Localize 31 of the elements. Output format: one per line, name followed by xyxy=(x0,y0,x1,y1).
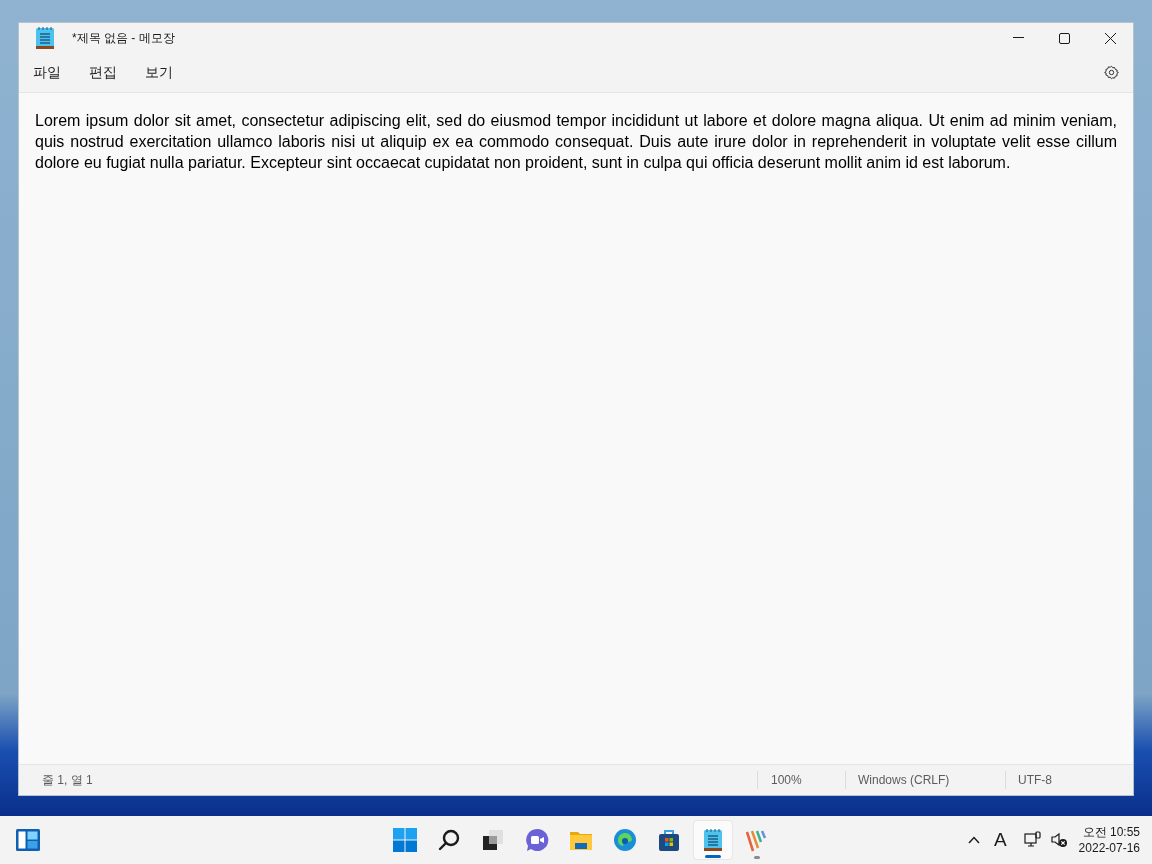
menu-item[interactable]: 보기 xyxy=(136,58,182,87)
muted-speaker-icon[interactable] xyxy=(1048,830,1069,850)
minimize-icon xyxy=(1012,37,1024,39)
notepad-icon xyxy=(702,828,724,852)
widgets-button[interactable] xyxy=(16,828,40,852)
taskbar-app[interactable] xyxy=(693,820,733,860)
menu-item[interactable]: 편집 xyxy=(80,58,126,87)
shopping-bag-icon xyxy=(657,828,681,852)
settings-button[interactable] xyxy=(1103,64,1119,81)
notepad-icon xyxy=(34,26,56,50)
windows-logo-icon xyxy=(393,828,417,852)
diagonal-stripes-logo-icon xyxy=(745,828,769,852)
search-icon xyxy=(437,828,461,852)
close-icon xyxy=(1104,32,1116,44)
swirl-logo-icon xyxy=(613,828,637,852)
window-title: *제목 없음 - 메모장 xyxy=(72,30,175,47)
clock-date[interactable]: 2022-07-16 xyxy=(1078,840,1140,856)
settings-icon xyxy=(1103,65,1119,80)
widgets-icon xyxy=(16,828,40,852)
input-method-indicator[interactable]: A xyxy=(987,825,1013,855)
line-ending: Windows (CRLF) xyxy=(845,771,1005,789)
zoom-level: 100% xyxy=(757,771,845,789)
overlapping-squares-icon xyxy=(481,828,505,852)
network-icon[interactable] xyxy=(1022,830,1043,850)
cursor-position: 줄 1, 열 1 xyxy=(41,772,94,789)
maximize-icon xyxy=(1058,32,1070,44)
document-text[interactable]: Lorem ipsum dolor sit amet, consectetur adipiscing elit, sed do eiusmod tempor incididunt ut labore et dolore magna aliqua. Ut enim ad minim veniam, quis nostrud exercitation ullamco laboris nisi ut aliquip ex ea commodo consequat. Duis aute irure dolor in reprehenderit in voluptate velit esse cillum dolore eu fugiat nulla pariatur. Excepteur sint occaecat cupidatat non proident, sunt in culpa qui officia deserunt mollit anim id est laborum. xyxy=(35,110,1117,173)
video-chat-icon xyxy=(525,828,549,852)
menu-item[interactable]: 파일 xyxy=(24,58,70,87)
encoding: UTF-8 xyxy=(1005,771,1052,789)
clock-time[interactable]: 오전 10:55 xyxy=(1082,824,1140,840)
